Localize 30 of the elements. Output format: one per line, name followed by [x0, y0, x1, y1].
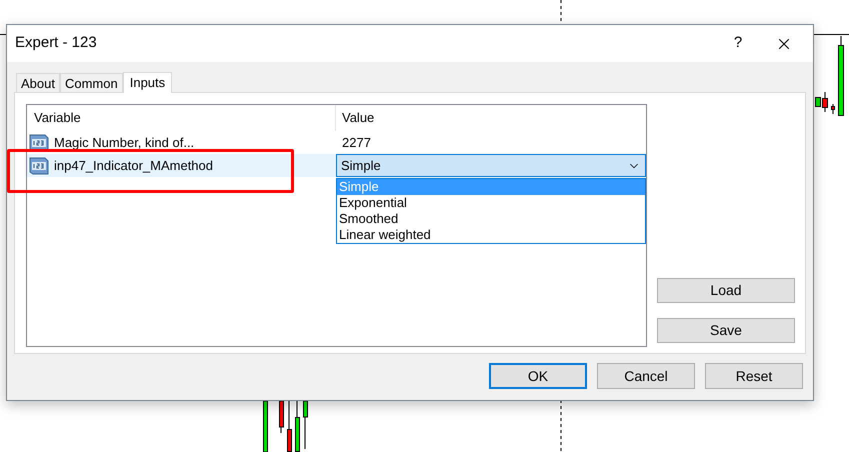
- candle: [303, 400, 308, 450]
- price-line: [0, 34, 6, 35]
- dropdown-option[interactable]: Linear weighted: [337, 227, 645, 243]
- price-line: [812, 34, 849, 35]
- number-icon: [29, 156, 49, 174]
- number-icon: [29, 134, 49, 152]
- value-combobox[interactable]: Simple: [336, 154, 646, 177]
- value-text: 2277: [341, 134, 372, 152]
- window-title: Expert - 123: [15, 33, 97, 54]
- tab[interactable]: Common: [60, 73, 123, 92]
- variable-name: inp47_Indicator_MAmethod: [54, 156, 213, 175]
- candle: [295, 400, 300, 452]
- candle: [263, 400, 268, 452]
- candle: [831, 104, 835, 114]
- dialog-button[interactable]: Reset: [705, 363, 803, 389]
- side-button[interactable]: Save: [657, 318, 795, 343]
- tab[interactable]: About: [16, 73, 60, 92]
- candle: [287, 400, 292, 452]
- variable-name: Magic Number, kind of...: [54, 134, 194, 152]
- tab[interactable]: Inputs: [122, 72, 172, 93]
- candle: [279, 400, 284, 434]
- dropdown-option[interactable]: Smoothed: [337, 211, 645, 227]
- side-button[interactable]: Load: [657, 278, 795, 303]
- grid-line: [560, 400, 562, 452]
- dropdown-option[interactable]: Exponential: [337, 195, 645, 211]
- dialog-button[interactable]: Cancel: [597, 363, 695, 389]
- table-row[interactable]: inp47_Indicator_MAmethod Simple: [27, 154, 646, 177]
- help-button[interactable]: ?: [715, 28, 761, 58]
- dialog-button[interactable]: OK: [489, 363, 587, 389]
- column-header: Value: [341, 109, 376, 128]
